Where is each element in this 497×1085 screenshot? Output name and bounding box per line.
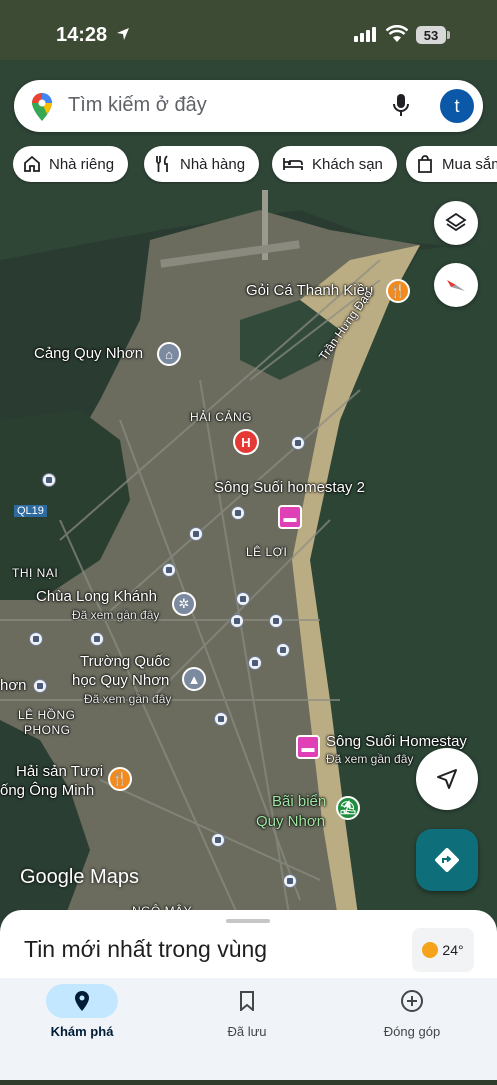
- temple-pin-icon[interactable]: ✲: [172, 592, 196, 616]
- shopping-bag-icon: [418, 155, 432, 173]
- nav-pill: [46, 984, 118, 1018]
- home-icon: [24, 155, 40, 172]
- bus-stop-icon[interactable]: [248, 656, 262, 670]
- nav-saved[interactable]: Đã lưu: [187, 984, 307, 1039]
- bus-stop-icon[interactable]: [276, 643, 290, 657]
- chip-shopping[interactable]: Mua sắm: [406, 146, 497, 182]
- microphone-icon[interactable]: [392, 93, 410, 119]
- area-label-le-hong-phong-1: LÊ HỒNG: [18, 708, 76, 722]
- area-label-le-loi: LÊ LỢI: [246, 545, 288, 559]
- nav-label: Khám phá: [50, 1024, 114, 1039]
- drag-handle[interactable]: [226, 919, 270, 923]
- nav-label: Đóng góp: [383, 1024, 441, 1039]
- layers-icon: [445, 212, 467, 232]
- bus-stop-icon[interactable]: [230, 614, 244, 628]
- place-label-truong-2[interactable]: học Quy Nhơn: [72, 672, 169, 689]
- sheet-title: Tin mới nhất trong vùng: [24, 936, 268, 962]
- hotel-pin-icon[interactable]: ▬: [296, 735, 320, 759]
- area-label-hai-cang: HẢI CẢNG: [190, 410, 253, 424]
- battery-cap: [447, 31, 450, 39]
- bus-stop-icon[interactable]: [189, 527, 203, 541]
- status-time: 14:28: [56, 24, 108, 46]
- add-circle-icon: [401, 990, 423, 1012]
- chip-hotels[interactable]: Khách sạn: [272, 146, 397, 182]
- directions-icon: [435, 848, 459, 872]
- battery-icon: 53: [416, 26, 446, 44]
- bus-stop-icon[interactable]: [283, 874, 297, 888]
- place-label-song-suoi-2[interactable]: Sông Suối homestay 2: [214, 479, 365, 496]
- bus-stop-icon[interactable]: [33, 679, 47, 693]
- chip-label: Khách sạn: [312, 155, 383, 173]
- nav-label: Đã lưu: [227, 1024, 267, 1039]
- bus-stop-icon[interactable]: [42, 473, 56, 487]
- beach-pin-icon[interactable]: ⛱: [336, 796, 360, 820]
- cellular-signal-icon: [354, 27, 376, 42]
- bus-stop-icon[interactable]: [29, 632, 43, 646]
- location-arrow-icon: [117, 28, 129, 40]
- seen-recently-label: Đã xem gần đây: [72, 608, 160, 622]
- bus-stop-icon[interactable]: [269, 614, 283, 628]
- my-location-button[interactable]: [416, 748, 478, 810]
- bookmark-icon: [240, 991, 254, 1011]
- chip-label: Nhà hàng: [180, 155, 246, 173]
- chip-home[interactable]: Nhà riêng: [13, 146, 129, 182]
- nav-explore[interactable]: Khám phá: [22, 984, 142, 1039]
- nav-pill: [376, 984, 448, 1018]
- bus-stop-icon[interactable]: [211, 833, 225, 847]
- area-label-le-hong-phong-2: PHONG: [24, 723, 71, 737]
- explore-pin-icon: [75, 991, 89, 1011]
- weather-badge[interactable]: 24°: [412, 928, 474, 972]
- search-input[interactable]: Tìm kiếm ở đây: [68, 94, 207, 117]
- temperature: 24°: [442, 942, 464, 958]
- place-label-goi-ca[interactable]: Gỏi Cá Thanh Kiều: [246, 282, 373, 299]
- place-label-truong-1[interactable]: Trường Quốc: [80, 653, 170, 670]
- bus-stop-icon[interactable]: [162, 563, 176, 577]
- category-chips: Nhà riêng Nhà hàng Khách sạn Mua sắm: [13, 146, 497, 184]
- restaurant-icon: [156, 155, 168, 172]
- landmark-pin-icon[interactable]: ⌂: [157, 342, 181, 366]
- restaurant-pin-icon[interactable]: 🍴: [386, 279, 410, 303]
- bus-stop-icon[interactable]: [214, 712, 228, 726]
- status-bar: 14:28 53: [0, 0, 497, 72]
- place-label-cang[interactable]: Cảng Quy Nhơn: [34, 345, 143, 362]
- navigation-arrow-icon: [437, 769, 457, 789]
- hotel-icon: [283, 158, 303, 170]
- bus-stop-icon[interactable]: [291, 436, 305, 450]
- place-label-bai-bien-2[interactable]: Quy Nhơn: [256, 813, 325, 830]
- area-label-nhon: hơn: [0, 677, 27, 694]
- road-label-ql19: QL19: [14, 505, 47, 517]
- place-label-bai-bien-1[interactable]: Bãi biển: [272, 793, 326, 810]
- directions-button[interactable]: [416, 829, 478, 891]
- area-label-thi-nai: THỊ NẠI: [12, 566, 59, 580]
- wifi-icon: [386, 25, 408, 42]
- bus-stop-icon[interactable]: [236, 592, 250, 606]
- place-label-chua[interactable]: Chùa Long Khánh: [36, 588, 157, 605]
- chip-label: Nhà riêng: [49, 155, 115, 173]
- nav-pill: [211, 984, 283, 1018]
- avatar[interactable]: t: [440, 89, 474, 123]
- compass-icon: [447, 280, 465, 291]
- chip-label: Mua sắm: [442, 155, 497, 173]
- hospital-pin-icon[interactable]: H: [233, 429, 259, 455]
- place-label-hai-san-1[interactable]: Hải sản Tươi: [16, 763, 103, 780]
- google-maps-pin-icon: [32, 93, 52, 121]
- bus-stop-icon[interactable]: [231, 506, 245, 520]
- layers-button[interactable]: [434, 201, 478, 245]
- hotel-pin-icon[interactable]: ▬: [278, 505, 302, 529]
- compass-button[interactable]: [434, 263, 478, 307]
- chip-restaurants[interactable]: Nhà hàng: [144, 146, 260, 182]
- google-maps-logo: Google Maps: [20, 866, 139, 888]
- sun-icon: [422, 942, 439, 958]
- school-pin-icon[interactable]: ▲: [182, 667, 206, 691]
- search-bar[interactable]: Tìm kiếm ở đây t: [14, 80, 483, 132]
- nav-contribute[interactable]: Đóng góp: [352, 984, 472, 1039]
- bus-stop-icon[interactable]: [90, 632, 104, 646]
- place-label-hai-san-2[interactable]: ống Ông Minh: [0, 782, 94, 799]
- seen-recently-label: Đã xem gần đây: [326, 752, 414, 766]
- seen-recently-label: Đã xem gần đây: [84, 692, 172, 706]
- bottom-nav: Khám phá Đã lưu Đóng góp: [0, 978, 497, 1080]
- restaurant-pin-icon[interactable]: 🍴: [108, 767, 132, 791]
